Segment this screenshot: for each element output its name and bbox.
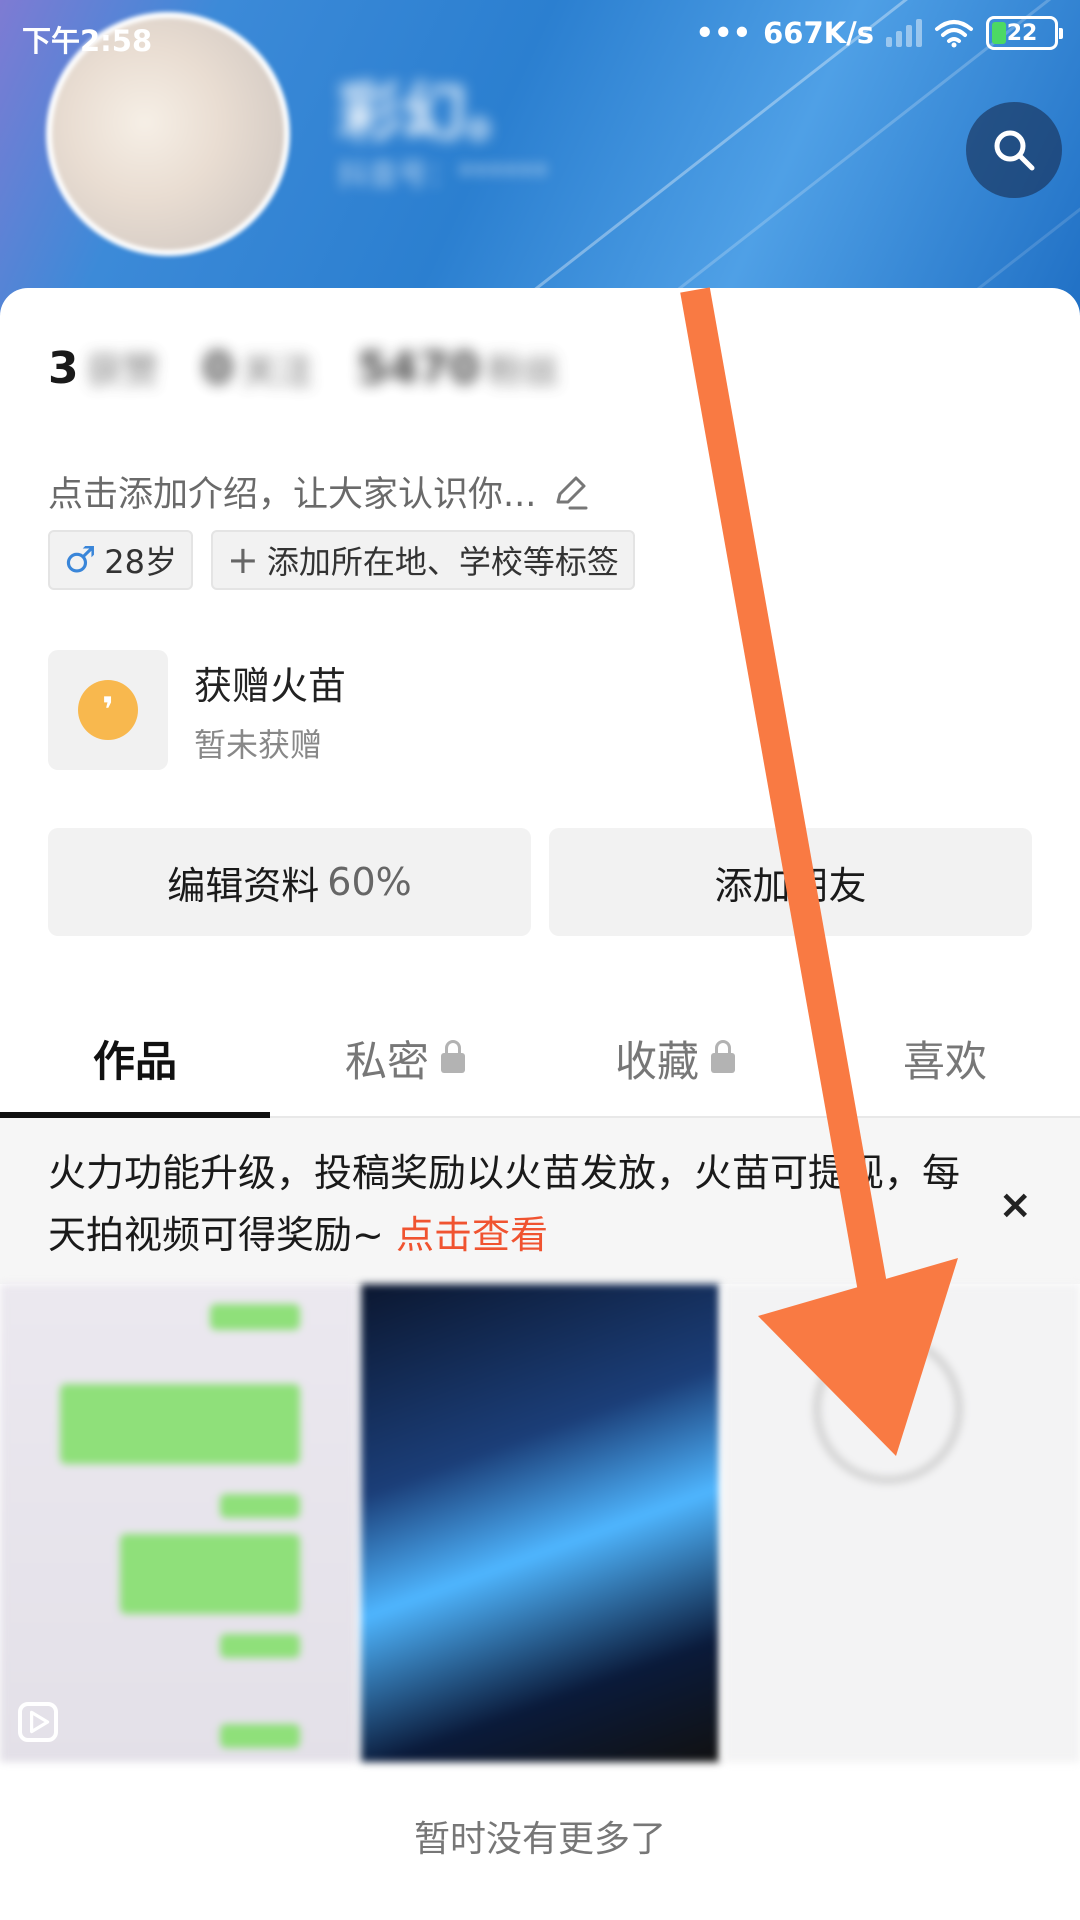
tab-private[interactable]: 私密 bbox=[270, 1000, 540, 1116]
tab-likes[interactable]: 喜欢 bbox=[810, 1000, 1080, 1116]
male-icon: ♂ bbox=[64, 539, 97, 581]
user-handle: 抖音号：****** bbox=[338, 158, 548, 193]
fire-coin-icon: ❜ bbox=[78, 680, 138, 740]
fire-gift-entry[interactable]: ❜ 获赠火苗 暂未获赠 bbox=[48, 650, 346, 770]
profile-header: 彩幻。 抖音号：****** 下午2:58 ••• 667K/s 22 bbox=[0, 0, 1080, 330]
action-buttons: 编辑资料 60% 添加朋友 bbox=[48, 828, 1032, 936]
content-tabs: 作品 私密 收藏 喜欢 bbox=[0, 1000, 1080, 1118]
stat-likes[interactable]: 3 获赞 bbox=[48, 342, 159, 394]
status-time: 下午2:58 bbox=[22, 24, 153, 58]
signal-icon bbox=[886, 19, 922, 47]
tab-favorites[interactable]: 收藏 bbox=[540, 1000, 810, 1116]
fire-icon-box: ❜ bbox=[48, 650, 168, 770]
plus-icon: + bbox=[227, 538, 259, 582]
stat-likes-count: 3 bbox=[48, 343, 79, 394]
add-friend-button[interactable]: 添加朋友 bbox=[549, 828, 1032, 936]
profile-card: 3 获赞 0 关注 5470 粉丝 点击添加介绍，让大家认识你... ♂ 28岁… bbox=[0, 288, 1080, 1920]
stat-followers-count: 5470 bbox=[357, 343, 480, 394]
add-tag-button[interactable]: + 添加所在地、学校等标签 bbox=[211, 530, 635, 590]
tab-private-label: 私密 bbox=[344, 1036, 429, 1086]
lock-icon bbox=[711, 1040, 735, 1073]
stat-following[interactable]: 0 关注 bbox=[203, 342, 314, 394]
tab-likes-label: 喜欢 bbox=[902, 1036, 987, 1086]
intro-text: 点击添加介绍，让大家认识你... bbox=[48, 475, 537, 515]
works-grid bbox=[0, 1284, 1080, 1762]
edit-pencil-icon bbox=[556, 476, 588, 509]
tab-works[interactable]: 作品 bbox=[0, 1000, 270, 1118]
edit-profile-percent: 60% bbox=[327, 860, 412, 904]
tab-favorites-label: 收藏 bbox=[614, 1036, 699, 1086]
add-friend-label: 添加朋友 bbox=[714, 863, 867, 908]
stat-following-label: 关注 bbox=[241, 351, 314, 392]
lock-icon bbox=[441, 1040, 465, 1073]
stat-followers-label: 粉丝 bbox=[487, 351, 560, 392]
search-icon bbox=[994, 130, 1035, 171]
close-icon[interactable]: × bbox=[998, 1174, 1032, 1236]
search-button[interactable] bbox=[966, 102, 1062, 198]
notice-link[interactable]: 点击查看 bbox=[396, 1213, 548, 1257]
video-thumbnail[interactable] bbox=[361, 1284, 719, 1762]
stat-likes-label: 获赞 bbox=[86, 351, 159, 392]
fire-text: 获赠火苗 暂未获赠 bbox=[194, 655, 346, 766]
fire-subtitle: 暂未获赠 bbox=[194, 725, 323, 764]
nickname: 彩幻。 bbox=[338, 77, 530, 151]
wifi-icon bbox=[935, 20, 973, 48]
status-bar: 下午2:58 ••• 667K/s 22 bbox=[22, 16, 1063, 58]
video-thumbnail[interactable] bbox=[0, 1284, 358, 1762]
fire-title: 获赠火苗 bbox=[194, 663, 347, 708]
battery-icon: 22 bbox=[986, 16, 1063, 50]
age-tag[interactable]: ♂ 28岁 bbox=[48, 530, 194, 590]
add-tag-label: 添加所在地、学校等标签 bbox=[266, 543, 619, 581]
stat-following-count: 0 bbox=[202, 343, 234, 394]
play-icon bbox=[18, 1702, 58, 1742]
fire-notice-banner: 火力功能升级，投稿奖励以火苗发放，火苗可提现，每天拍视频可得奖励~ 点击查看 × bbox=[0, 1118, 1080, 1284]
status-dots: ••• bbox=[695, 16, 752, 50]
video-thumbnail[interactable] bbox=[722, 1284, 1080, 1762]
battery-level: 22 bbox=[1006, 20, 1038, 46]
stat-followers[interactable]: 5470 粉丝 bbox=[357, 342, 559, 394]
tab-works-label: 作品 bbox=[92, 1036, 177, 1086]
edit-profile-label: 编辑资料 bbox=[167, 863, 320, 908]
edit-profile-button[interactable]: 编辑资料 60% bbox=[48, 828, 531, 936]
intro-prompt[interactable]: 点击添加介绍，让大家认识你... bbox=[48, 466, 590, 517]
network-speed: 667K/s bbox=[763, 16, 874, 50]
no-more-text: 暂时没有更多了 bbox=[413, 1819, 666, 1860]
age-label: 28岁 bbox=[104, 543, 178, 581]
profile-stats: 3 获赞 0 关注 5470 粉丝 bbox=[48, 342, 560, 394]
status-right: ••• 667K/s 22 bbox=[695, 16, 1063, 50]
profile-tags: ♂ 28岁 + 添加所在地、学校等标签 bbox=[48, 530, 635, 590]
